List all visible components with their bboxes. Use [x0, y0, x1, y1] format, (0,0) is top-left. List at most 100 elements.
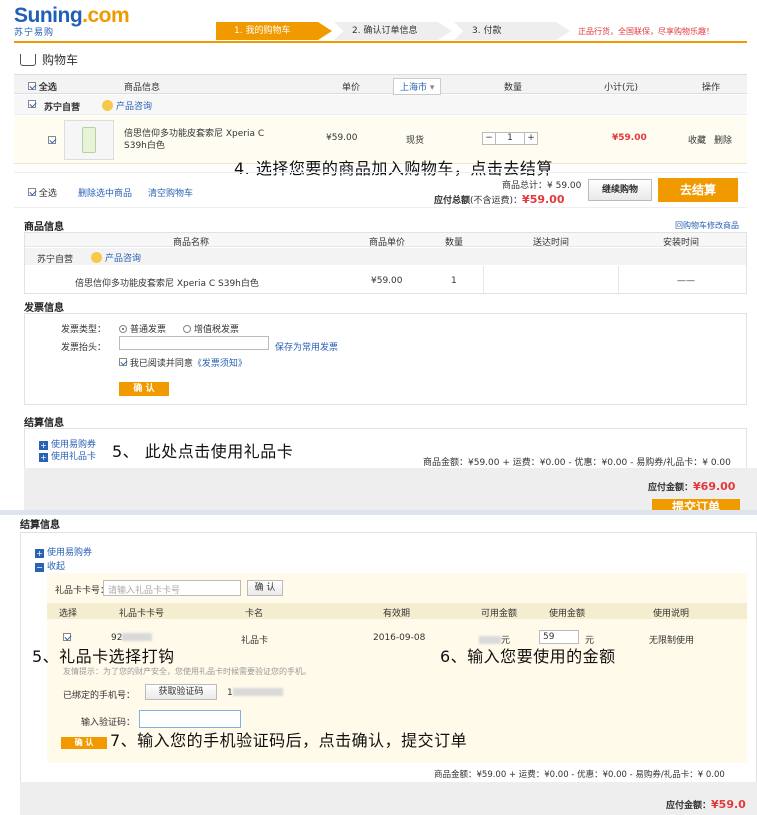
radio-icon[interactable]	[183, 325, 191, 333]
delete-selected-link[interactable]: 删除选中商品	[78, 186, 132, 199]
continue-shopping-button[interactable]: 继续购物	[588, 179, 652, 201]
shop-name: 苏宁自营	[44, 103, 81, 113]
collapse-toggle[interactable]: − 收起	[35, 559, 65, 572]
checkbox-icon[interactable]	[119, 358, 127, 366]
save-common-invoice-link[interactable]: 保存为常用发票	[275, 340, 338, 353]
agree-checkbox[interactable]: 我已阅读并同意《发票须知》	[119, 356, 247, 369]
radio-icon[interactable]	[119, 325, 127, 333]
invoice-vat-radio[interactable]: 增值税发票	[183, 322, 239, 335]
settle2-title: 结算信息	[20, 520, 60, 531]
consult-link[interactable]: 产品咨询	[102, 99, 152, 112]
verify-code-input[interactable]	[139, 710, 241, 728]
item-price: ¥59.00	[326, 133, 358, 143]
invoice-header-input[interactable]	[119, 336, 269, 350]
shop-checkbox[interactable]	[28, 100, 36, 111]
invoice-normal-radio[interactable]: 普通发票	[119, 322, 166, 335]
step-cart: 1. 我的购物车	[216, 22, 332, 40]
minus-icon: −	[35, 563, 44, 572]
giftcard-use-amount-input[interactable]: 59	[539, 630, 579, 644]
use-coupon-toggle-2[interactable]: + 使用易购券	[35, 545, 92, 558]
invoice-title: 发票信息	[24, 303, 64, 314]
cart-title-text: 购物车	[42, 53, 79, 67]
checkbox-icon[interactable]	[28, 188, 36, 196]
giftcard-number-input[interactable]: 请输入礼品卡卡号	[103, 580, 241, 596]
item-checkbox[interactable]	[48, 136, 56, 147]
location-select[interactable]: 上海市 ▾	[393, 78, 442, 95]
step-pay: 3. 付款	[454, 22, 570, 40]
giftcard-number: 92	[111, 633, 153, 643]
order-table: 商品名称 商品单价 数量 送达时间 安装时间 苏宁自营 产品咨询 倍思信仰多功能…	[24, 232, 747, 294]
cart-footer: 全选 删除选中商品 清空购物车 商品总计：¥ 59.00 应付总额(不含运费)：…	[14, 172, 747, 208]
redacted-mask	[122, 633, 153, 641]
giftcard-tip: 友情提示：为了您的财产安全，您使用礼品卡时候需要验证您的手机。	[63, 667, 311, 676]
delete-link[interactable]: 删除	[714, 133, 732, 146]
invoice-confirm-button[interactable]: 确 认	[119, 382, 169, 396]
instruction-step7: 7、输入您的手机验证码后，点击确认，提交订单	[110, 731, 468, 750]
order-consult-link[interactable]: 产品咨询	[91, 251, 141, 264]
bound-phone: 1	[227, 688, 283, 698]
select-all-header[interactable]: 全选	[28, 80, 57, 93]
chevron-down-icon: ▾	[429, 83, 435, 93]
screenshot-divider	[0, 510, 757, 515]
settle-payable: 应付金额：¥69.00	[648, 480, 736, 493]
checkbox-icon[interactable]	[28, 100, 36, 108]
giftcard-confirm-button[interactable]: 确 认	[247, 580, 283, 596]
checkout-steps: 1. 我的购物车 2. 确认订单信息 3. 付款	[216, 22, 572, 40]
col-subtotal: 小计(元)	[604, 83, 639, 93]
invoice-notice-link[interactable]: 《发票须知》	[193, 359, 247, 369]
phone-case-image	[82, 127, 96, 153]
use-giftcard-toggle[interactable]: + 使用礼品卡	[39, 449, 96, 462]
footer-select-all[interactable]: 全选	[28, 186, 57, 199]
giftcard-final-confirm-button[interactable]: 确 认	[61, 737, 107, 749]
product-thumbnail[interactable]	[64, 120, 114, 160]
giftcard-table-header: 选择 礼品卡卡号 卡名 有效期 可用金额 使用金额 使用说明	[47, 603, 747, 619]
cart-icon	[20, 53, 36, 66]
submit-order-button[interactable]: 提交订单	[652, 499, 740, 510]
order-info-title: 商品信息	[24, 222, 64, 233]
clear-cart-link[interactable]: 清空购物车	[148, 186, 193, 199]
plus-button[interactable]: +	[524, 132, 538, 145]
settle2-summary: 商品金额：¥59.00 + 运费：¥0.00 - 优惠：¥0.00 - 易购券/…	[434, 770, 725, 780]
checkbox-icon[interactable]	[28, 82, 36, 90]
product-name[interactable]: 倍思信仰多功能皮套索尼 Xperia C S39h白色	[124, 128, 274, 152]
cart-title: 购物车	[20, 51, 78, 68]
settle-summary: 商品金额：¥59.00 + 运费：¥0.00 - 优惠：¥0.00 - 易购券/…	[423, 458, 731, 468]
cart-table-header: 全选 商品信息 单价 上海市 ▾ 数量 小计(元) 操作	[14, 74, 747, 95]
invoice-panel: 发票类型： 普通发票 增值税发票 发票抬头： 保存为常用发票 我已阅读并同意《发…	[24, 313, 747, 405]
instruction-step5b: 5、礼品卡选择打钩	[32, 647, 175, 666]
plus-icon: +	[35, 549, 44, 558]
stock-status: 现货	[406, 136, 425, 146]
header-divider	[14, 41, 747, 43]
settle2-payable: 应付金额：¥59.0	[666, 798, 746, 811]
col-qty: 数量	[504, 83, 523, 93]
checkbox-icon[interactable]	[48, 136, 56, 144]
cart-total-line: 商品总计：¥ 59.00	[502, 181, 582, 191]
suning-logo[interactable]: Suning.com 苏宁易购	[14, 4, 174, 38]
shop-row: 苏宁自营 产品咨询	[14, 95, 747, 115]
col-price: 单价	[342, 83, 361, 93]
order-shop-row: 苏宁自营 产品咨询	[25, 248, 746, 265]
instruction-step5a: 5、 此处点击使用礼品卡	[112, 442, 294, 461]
minus-button[interactable]: −	[482, 132, 496, 145]
favorite-link[interactable]: 收藏	[688, 133, 706, 146]
step-confirm-order: 2. 确认订单信息	[334, 22, 452, 40]
col-action: 操作	[702, 83, 721, 93]
settle-payable-band: 应付金额：¥69.00 提交订单	[24, 468, 757, 510]
quantity-input[interactable]: 1	[496, 132, 524, 145]
settle2-payable-band: 应付金额：¥59.0	[20, 782, 757, 815]
checkbox-icon[interactable]	[63, 633, 71, 641]
smile-icon	[102, 100, 113, 111]
checkout-button[interactable]: 去结算	[658, 178, 738, 202]
order-row: 倍思信仰多功能皮套索尼 Xperia C S39h白色 ¥59.00 1 ——	[25, 266, 746, 294]
smile-icon	[91, 252, 102, 263]
quantity-stepper: − 1 +	[482, 132, 538, 145]
col-product: 商品信息	[124, 83, 161, 93]
get-code-button[interactable]: 获取验证码	[145, 684, 217, 700]
order-table-header: 商品名称 商品单价 数量 送达时间 安装时间	[25, 233, 746, 248]
payable-total: 应付总额(不含运费)：¥59.00	[434, 193, 565, 206]
redacted-mask	[232, 688, 283, 696]
settle-title: 结算信息	[24, 418, 64, 429]
delivery-time-cell[interactable]	[483, 266, 619, 294]
item-subtotal: ¥59.00	[612, 133, 647, 143]
back-to-cart-link[interactable]: 回购物车修改商品	[675, 220, 739, 231]
